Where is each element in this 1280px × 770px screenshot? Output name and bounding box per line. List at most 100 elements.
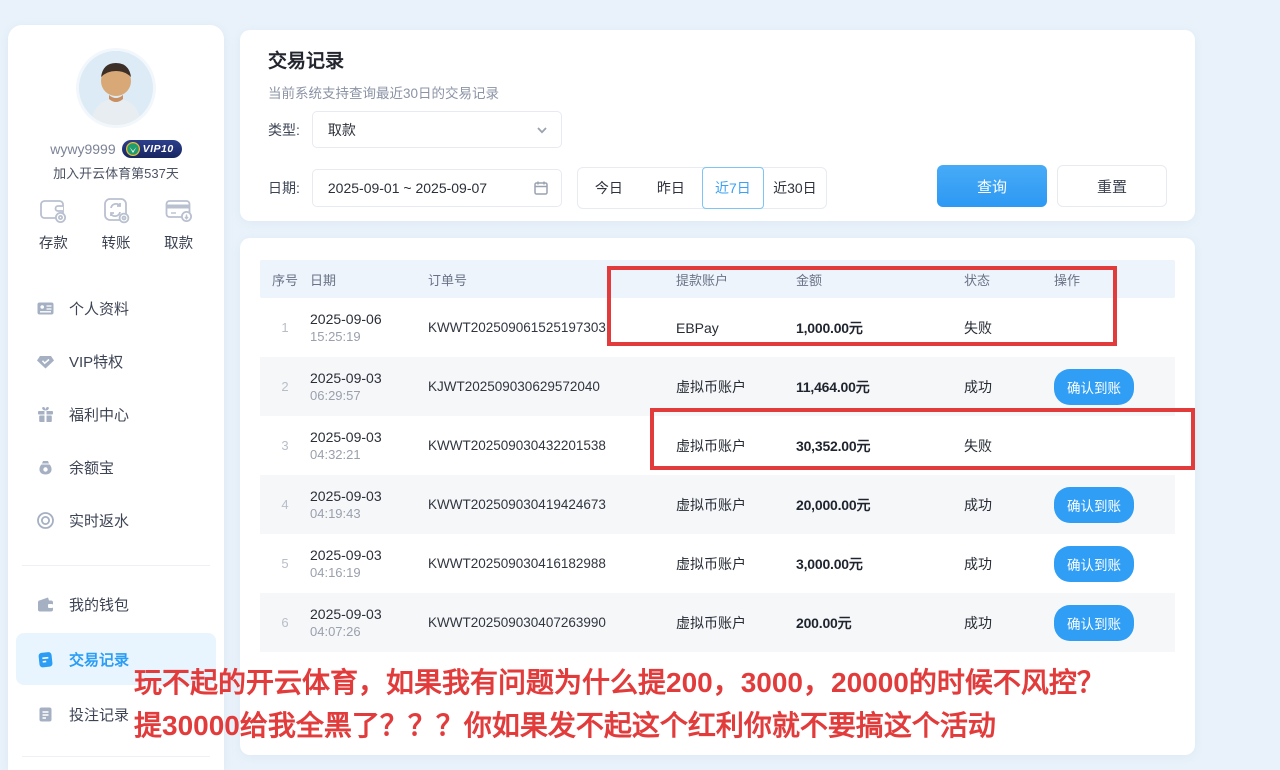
date-range-input[interactable]: 2025-09-01 ~ 2025-09-07	[312, 169, 562, 207]
quick-action-label: 取款	[164, 232, 193, 253]
sidebar-item-label: 我的钱包	[69, 594, 129, 615]
confirm-received-button[interactable]: 确认到账	[1054, 546, 1134, 582]
row-status: 失败	[964, 318, 1054, 338]
calendar-icon	[533, 180, 549, 196]
confirm-received-button[interactable]: 确认到账	[1054, 487, 1134, 523]
confirm-received-button[interactable]: 确认到账	[1054, 369, 1134, 405]
quick-range-today[interactable]: 今日	[578, 168, 640, 208]
transaction-table-card: 序号 日期 订单号 提款账户 金额 状态 操作 1 2025-09-06 15:…	[240, 238, 1195, 755]
row-index: 6	[260, 615, 310, 630]
header-action: 操作	[1054, 270, 1175, 289]
row-status: 成功	[964, 554, 1054, 574]
row-order-number: KWWT202509030432201538	[428, 438, 676, 453]
search-button[interactable]: 查询	[937, 165, 1047, 207]
row-date: 2025-09-03 04:19:43	[310, 488, 428, 521]
id-card-icon	[36, 299, 55, 318]
row-date: 2025-09-03 04:16:19	[310, 547, 428, 580]
row-amount: 200.00元	[796, 613, 964, 633]
sidebar-item-yuebao[interactable]: 余额宝	[16, 441, 216, 493]
quick-range-yesterday[interactable]: 昨日	[640, 168, 702, 208]
deposit-icon	[36, 193, 70, 227]
table-row: 4 2025-09-03 04:19:43 KWWT20250903041942…	[260, 475, 1175, 534]
row-status: 成功	[964, 377, 1054, 397]
row-amount: 11,464.00元	[796, 377, 964, 397]
sidebar-item-bet-records[interactable]: 投注记录	[16, 688, 216, 740]
row-order-number: KJWT202509030629572040	[428, 379, 676, 394]
username: wywy9999	[50, 141, 115, 157]
row-action-cell: 确认到账	[1054, 546, 1175, 582]
row-index: 4	[260, 497, 310, 512]
transfer-icon	[99, 193, 133, 227]
type-select-value: 取款	[328, 120, 535, 140]
confirm-received-button[interactable]: 确认到账	[1054, 605, 1134, 641]
quick-action-label: 存款	[39, 232, 68, 253]
row-status: 成功	[964, 613, 1054, 633]
row-amount: 20,000.00元	[796, 495, 964, 515]
header-amount: 金额	[796, 270, 964, 289]
quick-action-deposit[interactable]: 存款	[36, 193, 70, 253]
header-account: 提款账户	[676, 270, 796, 289]
sidebar-divider	[22, 565, 210, 566]
quick-action-label: 转账	[101, 232, 130, 253]
row-index: 5	[260, 556, 310, 571]
sidebar-item-label: 福利中心	[69, 404, 129, 425]
header-date: 日期	[310, 270, 428, 289]
vip-diamond-icon	[36, 352, 55, 371]
sidebar-item-label: 实时返水	[69, 510, 129, 531]
sidebar-item-rebate[interactable]: 实时返水	[16, 494, 216, 546]
table-row: 3 2025-09-03 04:32:21 KWWT20250903043220…	[260, 416, 1175, 475]
withdraw-icon	[162, 193, 196, 227]
chevron-down-icon	[535, 123, 549, 137]
row-order-number: KWWT202509030416182988	[428, 556, 676, 571]
quick-action-withdraw[interactable]: 取款	[162, 193, 196, 253]
sidebar-item-benefits[interactable]: 福利中心	[16, 388, 216, 440]
row-date: 2025-09-03 04:07:26	[310, 606, 428, 639]
table-row: 6 2025-09-03 04:07:26 KWWT20250903040726…	[260, 593, 1175, 652]
row-index: 1	[260, 320, 310, 335]
sidebar-item-profile[interactable]: 个人资料	[16, 282, 216, 334]
type-filter-label: 类型:	[268, 120, 300, 140]
quick-range-7days[interactable]: 近7日	[702, 167, 764, 209]
row-amount: 30,352.00元	[796, 436, 964, 456]
date-filter-label: 日期:	[268, 178, 300, 198]
sidebar-nav-top: 个人资料 VIP特权 福利中心 余额宝	[8, 282, 224, 547]
vip-shield-icon	[126, 142, 140, 156]
table-body: 1 2025-09-06 15:25:19 KWWT20250906152519…	[260, 298, 1175, 652]
row-action-cell: 确认到账	[1054, 369, 1175, 405]
row-withdraw-account: 虚拟币账户	[676, 613, 796, 633]
row-status: 失败	[964, 436, 1054, 456]
row-withdraw-account: 虚拟币账户	[676, 436, 796, 456]
page-subtitle: 当前系统支持查询最近30日的交易记录	[268, 82, 499, 102]
quick-action-transfer[interactable]: 转账	[99, 193, 133, 253]
header-status: 状态	[964, 270, 1054, 289]
money-bag-icon	[36, 458, 55, 477]
sidebar-item-vip[interactable]: VIP特权	[16, 335, 216, 387]
row-date: 2025-09-06 15:25:19	[310, 311, 428, 344]
sidebar-item-my-wallet[interactable]: 我的钱包	[16, 578, 216, 630]
header-index: 序号	[260, 270, 310, 289]
quick-range-group: 今日 昨日 近7日 近30日	[577, 167, 827, 209]
type-select[interactable]: 取款	[312, 111, 562, 148]
transaction-record-icon	[36, 650, 55, 669]
sidebar-nav-bottom: 我的钱包 交易记录 投注记录	[8, 578, 224, 743]
row-order-number: KWWT202509030419424673	[428, 497, 676, 512]
table-row: 5 2025-09-03 04:16:19 KWWT20250903041618…	[260, 534, 1175, 593]
sidebar-item-label: 投注记录	[69, 704, 129, 725]
wallet-icon	[36, 595, 55, 614]
table-row: 1 2025-09-06 15:25:19 KWWT20250906152519…	[260, 298, 1175, 357]
row-action-cell: 确认到账	[1054, 605, 1175, 641]
row-date: 2025-09-03 06:29:57	[310, 370, 428, 403]
row-status: 成功	[964, 495, 1054, 515]
row-action-cell: 确认到账	[1054, 487, 1175, 523]
filter-card: 交易记录 当前系统支持查询最近30日的交易记录 类型: 取款 日期: 2025-…	[240, 30, 1195, 221]
sidebar-item-label: 余额宝	[69, 457, 114, 478]
sidebar-item-transaction-records[interactable]: 交易记录	[16, 633, 216, 685]
quick-range-30days[interactable]: 近30日	[764, 168, 826, 208]
table-row: 2 2025-09-03 06:29:57 KJWT20250903062957…	[260, 357, 1175, 416]
avatar[interactable]	[79, 51, 153, 125]
sidebar-item-label: 个人资料	[69, 298, 129, 319]
reset-button[interactable]: 重置	[1057, 165, 1167, 207]
table-header-row: 序号 日期 订单号 提款账户 金额 状态 操作	[260, 260, 1175, 298]
rebate-icon	[36, 511, 55, 530]
row-order-number: KWWT202509061525197303	[428, 320, 676, 335]
